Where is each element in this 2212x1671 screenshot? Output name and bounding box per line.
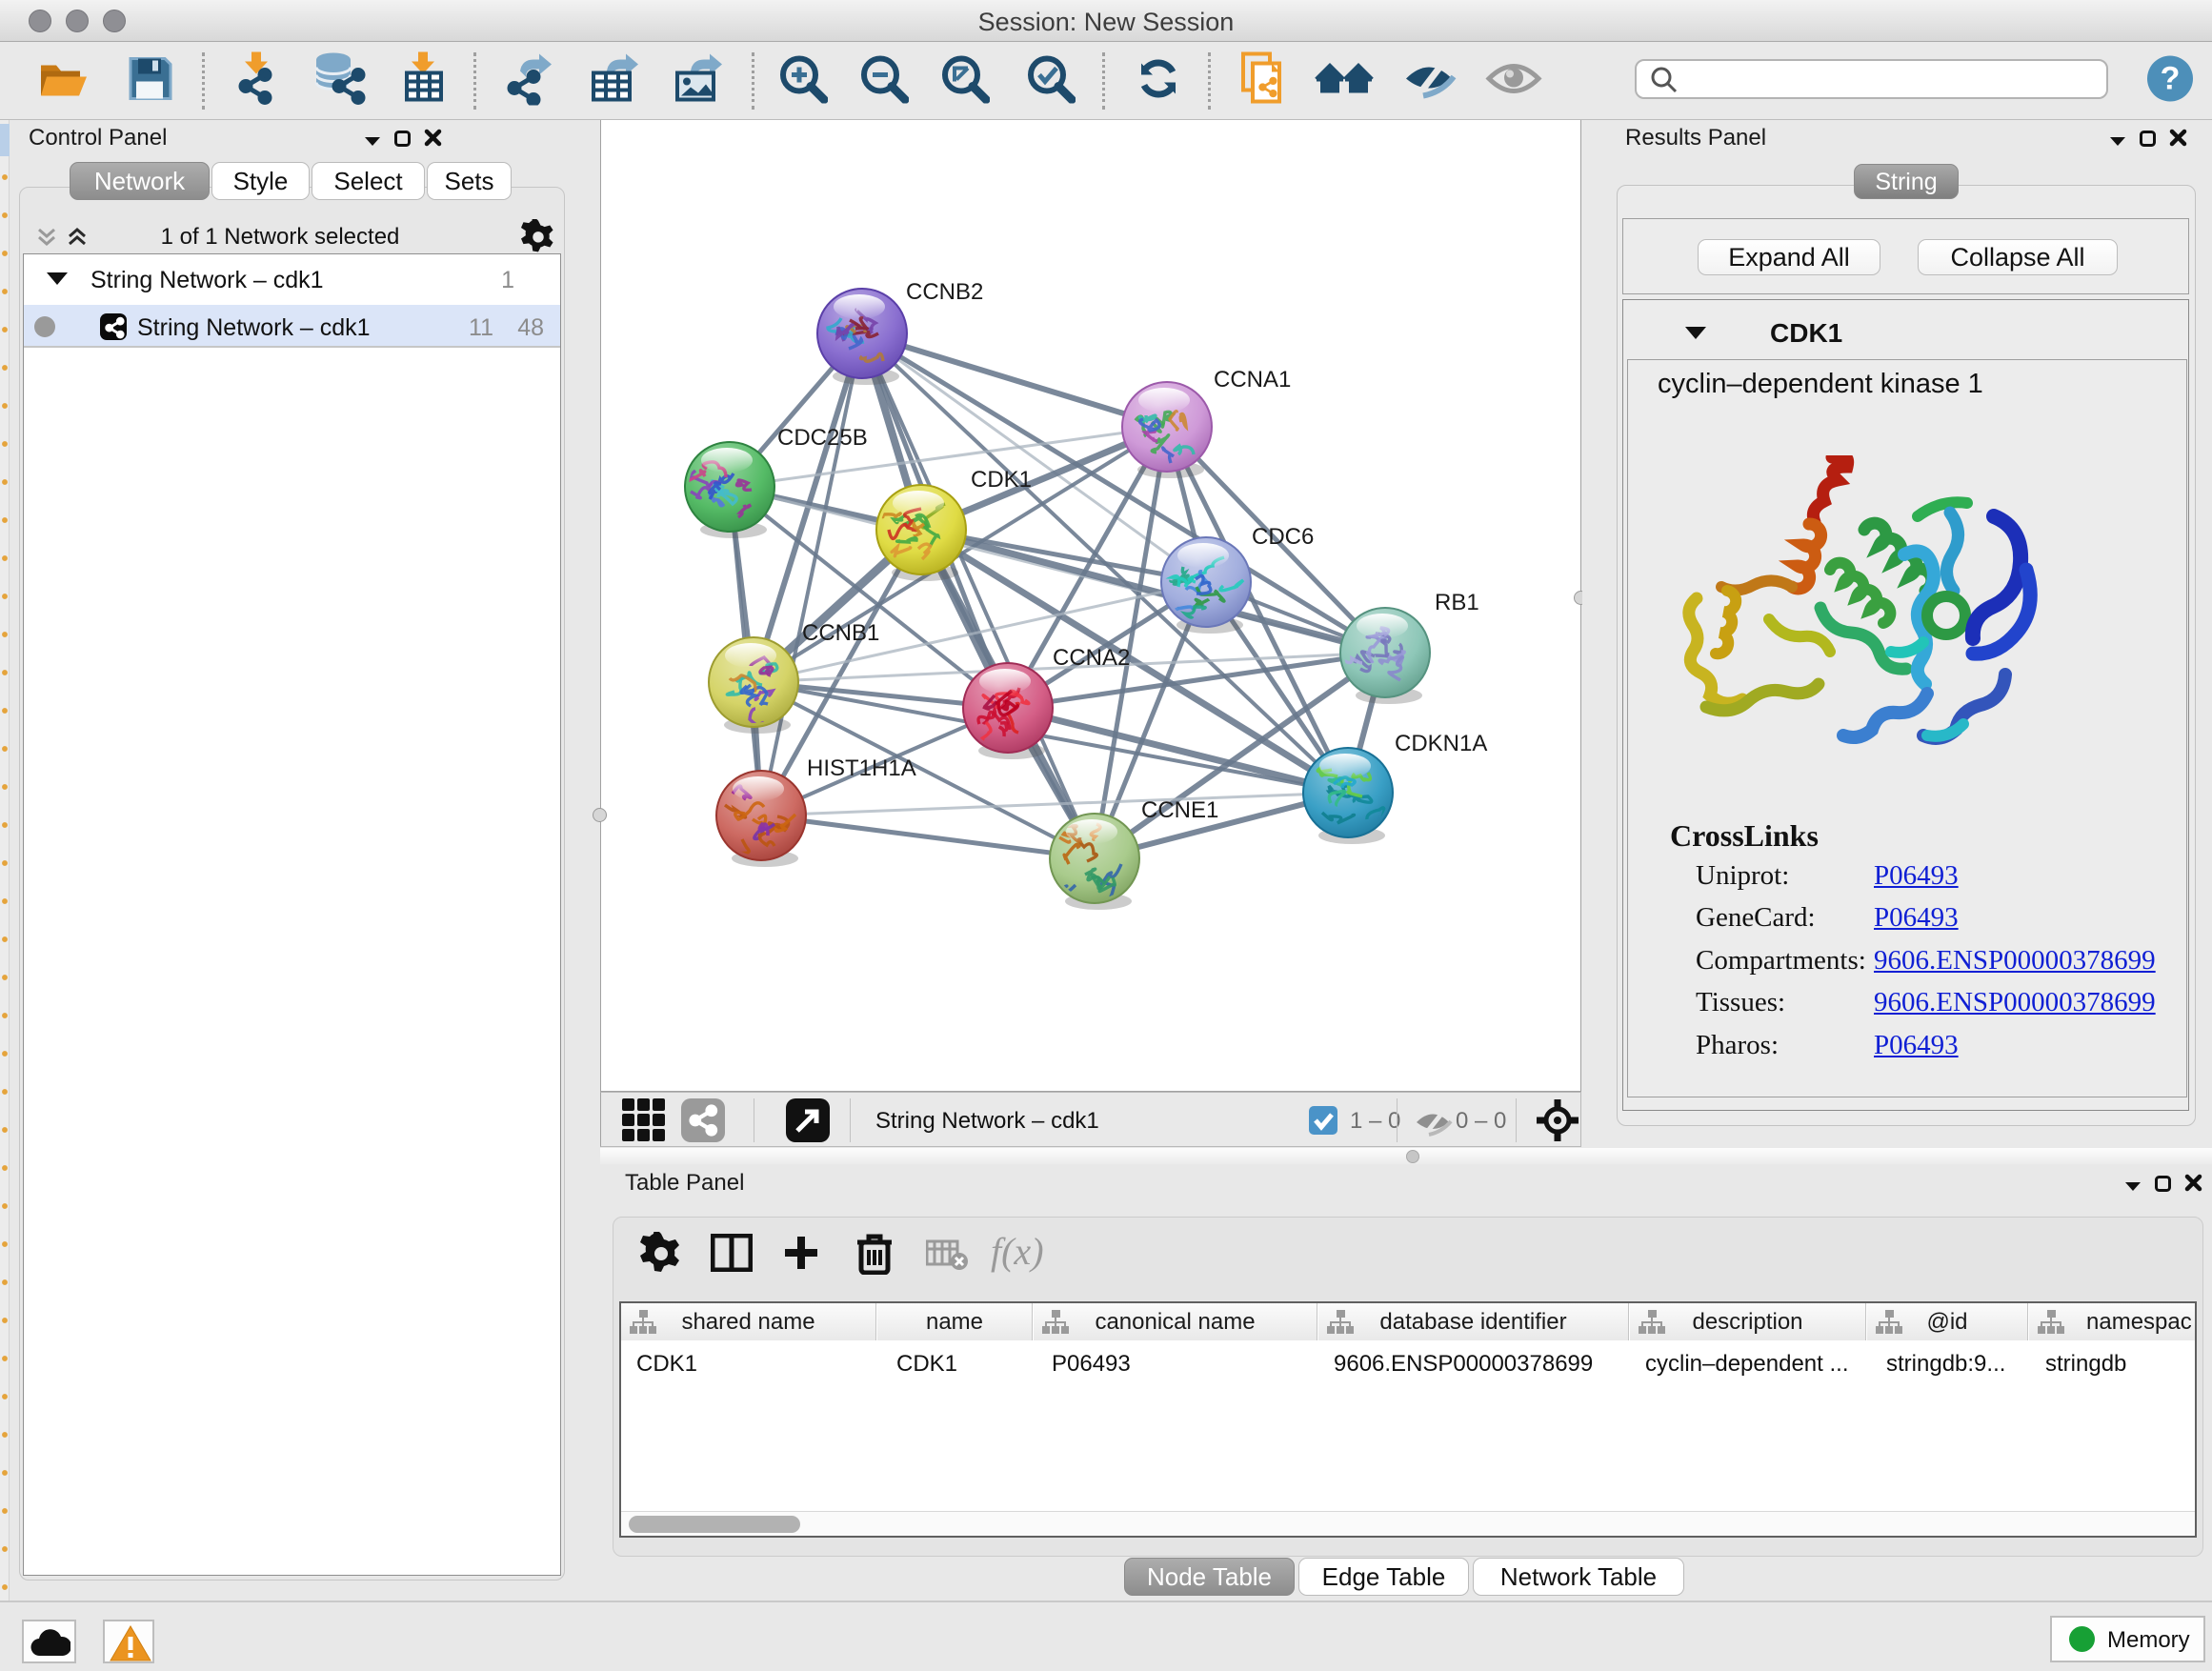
svg-text:?: ? [2161,61,2181,97]
svg-text:CDC6: CDC6 [1252,524,1314,550]
svg-text:CDKN1A: CDKN1A [1395,731,1487,756]
svg-text:HIST1H1A: HIST1H1A [807,755,916,781]
svg-text:CCNB1: CCNB1 [802,620,879,646]
svg-text:CCNB2: CCNB2 [906,279,983,305]
svg-text:CCNE1: CCNE1 [1141,797,1218,823]
svg-text:CCNA2: CCNA2 [1053,645,1130,671]
svg-text:CDK1: CDK1 [971,467,1032,493]
svg-text:CCNA1: CCNA1 [1214,367,1291,393]
svg-text:CDC25B: CDC25B [777,425,868,451]
svg-text:RB1: RB1 [1435,590,1479,615]
